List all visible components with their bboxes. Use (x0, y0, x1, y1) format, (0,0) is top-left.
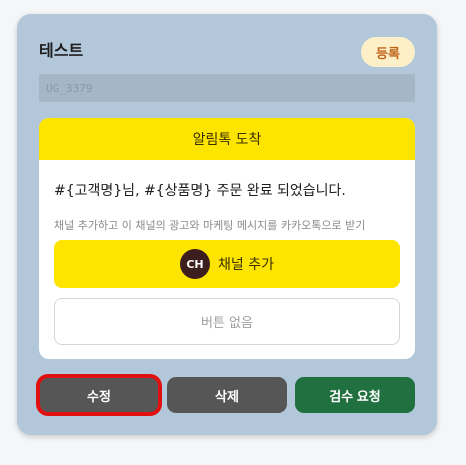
template-card: 테스트 등록 UG_3379 알림톡 도착 #{고객명}님, #{상품명} 주문… (17, 14, 437, 435)
bubble-header: 알림톡 도착 (39, 118, 415, 160)
status-badge: 등록 (361, 37, 415, 67)
channel-notice: 채널 추가하고 이 채널의 광고와 마케팅 메시지를 카카오톡으로 받기 (54, 219, 366, 232)
edit-button[interactable]: 수정 (36, 374, 162, 416)
channel-icon: CH (180, 249, 210, 279)
no-button-placeholder: 버튼 없음 (54, 298, 400, 345)
alimtalk-preview: 알림톡 도착 #{고객명}님, #{상품명} 주문 완료 되었습니다. 채널 추… (39, 118, 415, 359)
template-title: 테스트 (39, 41, 84, 60)
template-code-field: UG_3379 (39, 74, 415, 102)
add-channel-label: 채널 추가 (218, 257, 274, 273)
message-text: #{고객명}님, #{상품명} 주문 완료 되었습니다. (54, 183, 346, 199)
review-request-button[interactable]: 검수 요청 (295, 377, 415, 413)
add-channel-button[interactable]: CH 채널 추가 (54, 240, 400, 288)
delete-button[interactable]: 삭제 (167, 377, 287, 413)
